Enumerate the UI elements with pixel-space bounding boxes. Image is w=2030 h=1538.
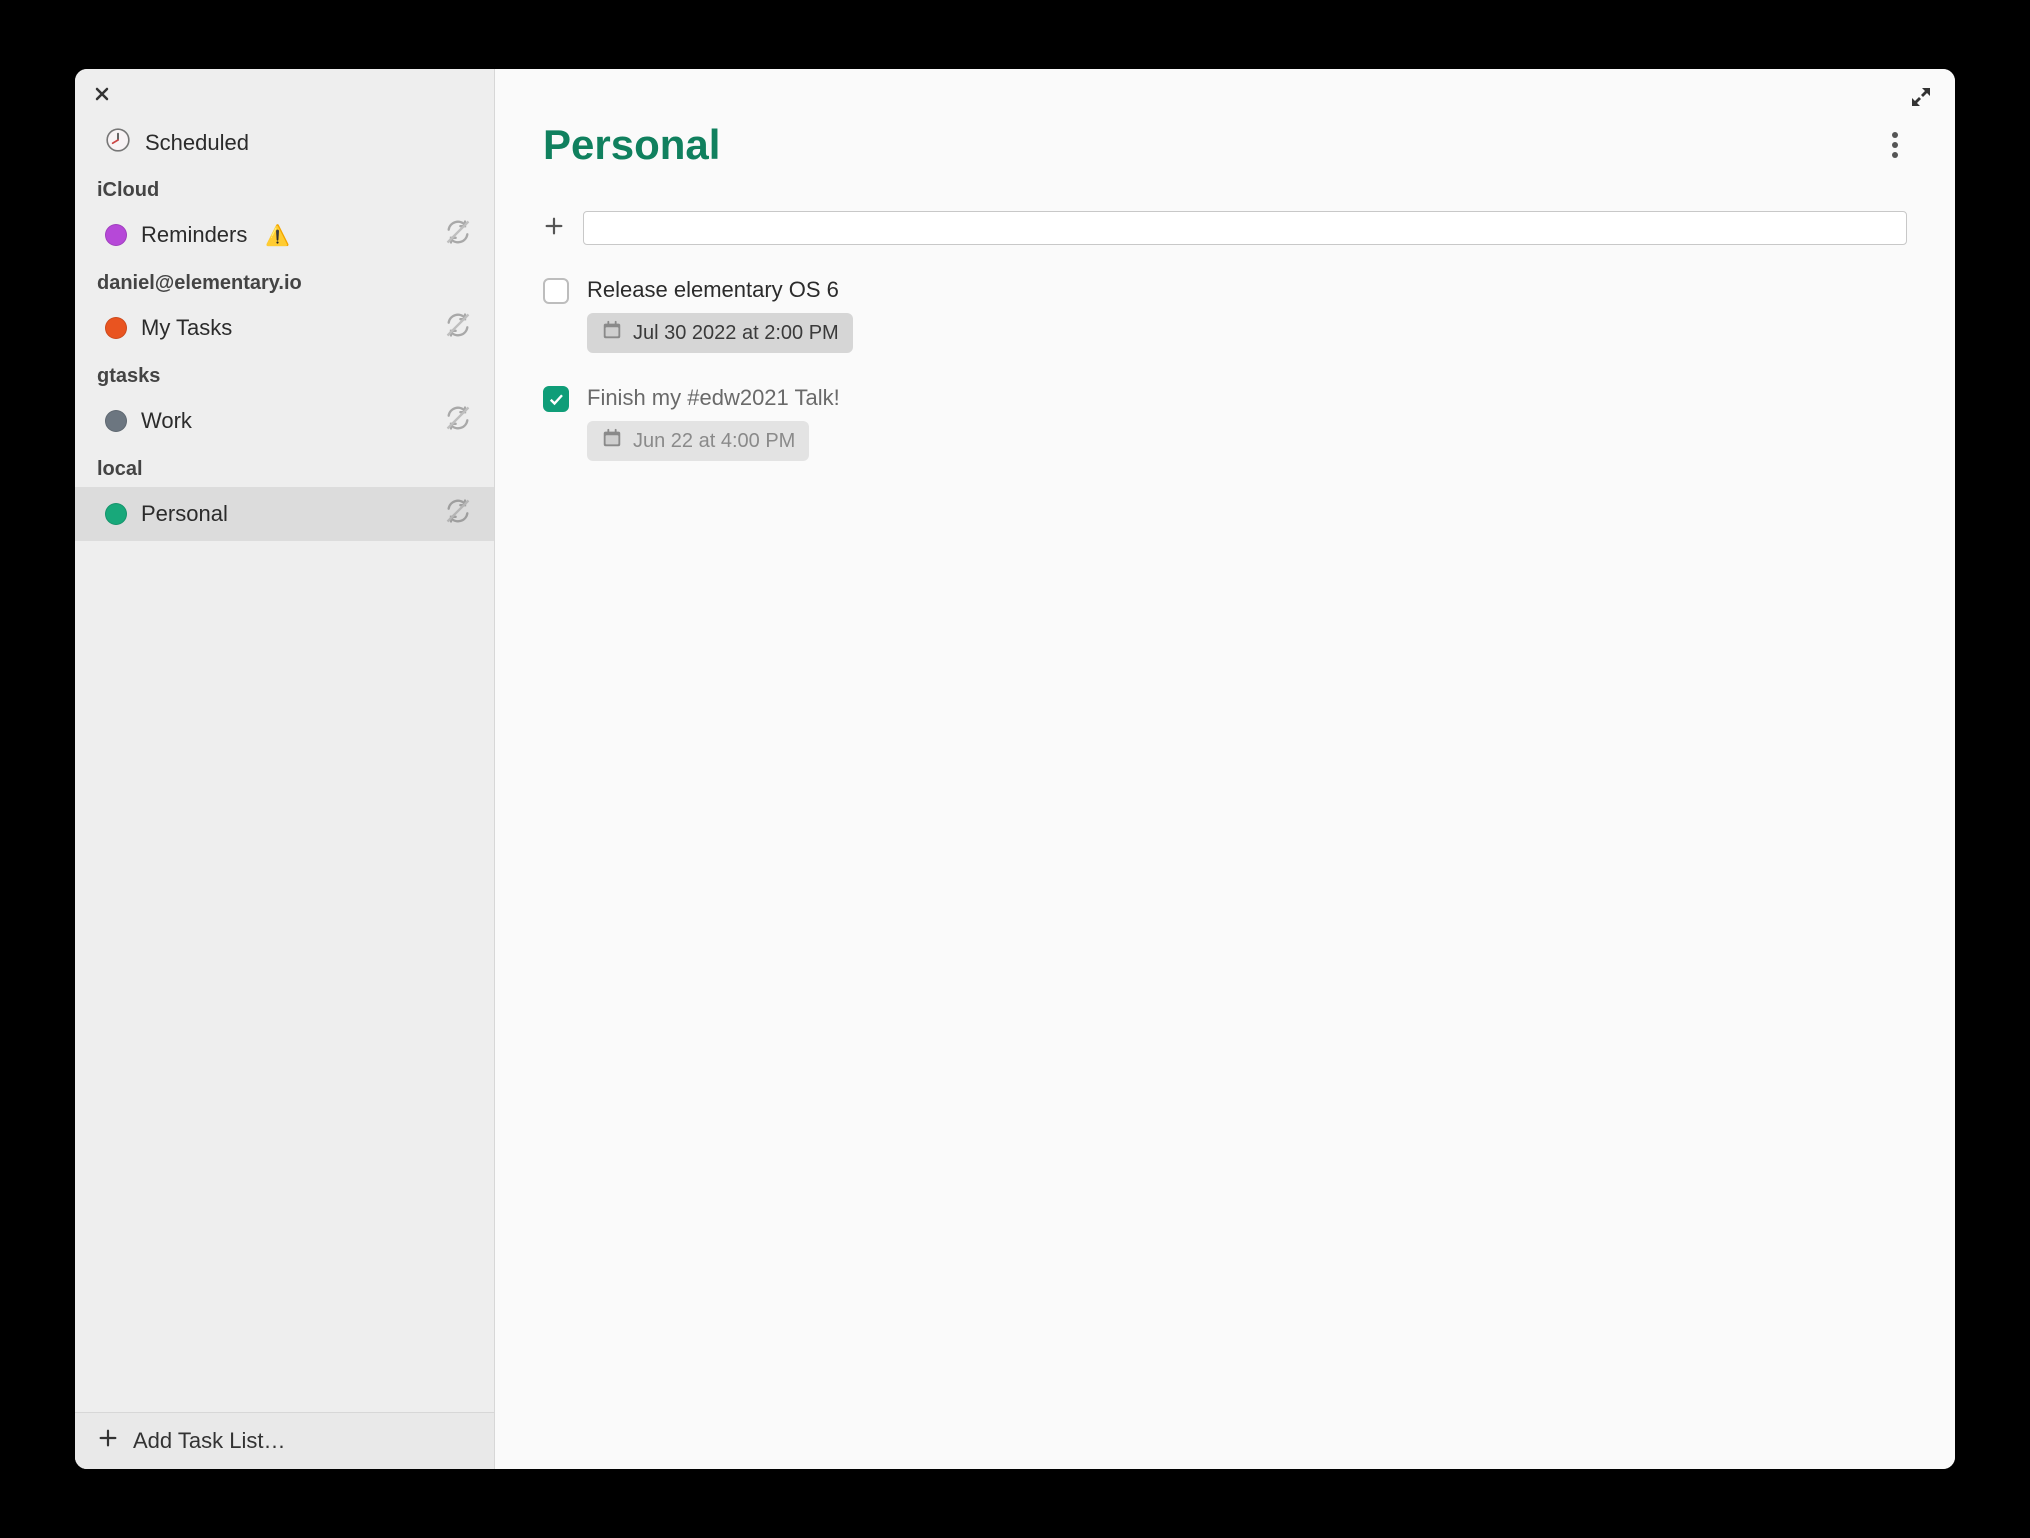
color-dot-icon bbox=[105, 317, 127, 339]
task-checkbox[interactable] bbox=[543, 386, 569, 412]
task-row: Release elementary OS 6 Jul 30 2022 at 2:… bbox=[543, 277, 1907, 353]
sync-disabled-icon bbox=[444, 404, 472, 438]
task-title[interactable]: Finish my #edw2021 Talk! bbox=[587, 385, 840, 411]
task-due-chip[interactable]: Jul 30 2022 at 2:00 PM bbox=[587, 313, 853, 353]
sync-disabled-icon bbox=[444, 311, 472, 345]
task-row: Finish my #edw2021 Talk! Jun 22 at 4:00 P… bbox=[543, 385, 1907, 461]
sidebar-scheduled[interactable]: Scheduled bbox=[75, 117, 494, 169]
sidebar-list-label: Work bbox=[141, 408, 192, 434]
sync-disabled-icon bbox=[444, 218, 472, 252]
task-due-label: Jul 30 2022 at 2:00 PM bbox=[633, 322, 839, 345]
fullscreen-button[interactable] bbox=[1909, 85, 1933, 109]
close-button[interactable] bbox=[91, 83, 113, 105]
sidebar-list-item[interactable]: My Tasks bbox=[75, 301, 494, 355]
color-dot-icon bbox=[105, 224, 127, 246]
color-dot-icon bbox=[105, 410, 127, 432]
plus-icon bbox=[543, 215, 565, 242]
task-title[interactable]: Release elementary OS 6 bbox=[587, 277, 853, 303]
sidebar-section-header: local bbox=[75, 448, 494, 487]
warning-icon: ⚠️ bbox=[265, 223, 290, 248]
sidebar-list-item[interactable]: Reminders ⚠️ bbox=[75, 208, 494, 262]
calendar-icon bbox=[601, 427, 623, 455]
color-dot-icon bbox=[105, 503, 127, 525]
sidebar-section-header: iCloud bbox=[75, 169, 494, 208]
sidebar-scheduled-label: Scheduled bbox=[145, 130, 249, 156]
sidebar-section-header: gtasks bbox=[75, 355, 494, 394]
new-task-input[interactable] bbox=[583, 211, 1907, 245]
sidebar-list-label: Personal bbox=[141, 501, 228, 527]
sidebar-list-item[interactable]: Work bbox=[75, 394, 494, 448]
more-menu-button[interactable] bbox=[1883, 125, 1907, 165]
plus-icon bbox=[97, 1427, 119, 1455]
sidebar: Scheduled iCloud Reminders ⚠️ daniel@elemen… bbox=[75, 69, 495, 1469]
page-title: Personal bbox=[543, 121, 720, 169]
sidebar-list-item[interactable]: Personal bbox=[75, 487, 494, 541]
add-task-list-label: Add Task List… bbox=[133, 1428, 285, 1454]
sidebar-list-label: Reminders bbox=[141, 222, 247, 248]
sidebar-section-header: daniel@elementary.io bbox=[75, 262, 494, 301]
calendar-icon bbox=[601, 319, 623, 347]
add-task-list-button[interactable]: Add Task List… bbox=[75, 1412, 494, 1469]
app-window: Scheduled iCloud Reminders ⚠️ daniel@elemen… bbox=[75, 69, 1955, 1469]
task-checkbox[interactable] bbox=[543, 278, 569, 304]
task-due-chip[interactable]: Jun 22 at 4:00 PM bbox=[587, 421, 809, 461]
task-due-label: Jun 22 at 4:00 PM bbox=[633, 430, 795, 453]
sidebar-list-label: My Tasks bbox=[141, 315, 232, 341]
sync-disabled-icon bbox=[444, 497, 472, 531]
clock-icon bbox=[105, 127, 131, 159]
main-panel: Personal Release elementary OS 6 Jul 30 2… bbox=[495, 69, 1955, 1469]
